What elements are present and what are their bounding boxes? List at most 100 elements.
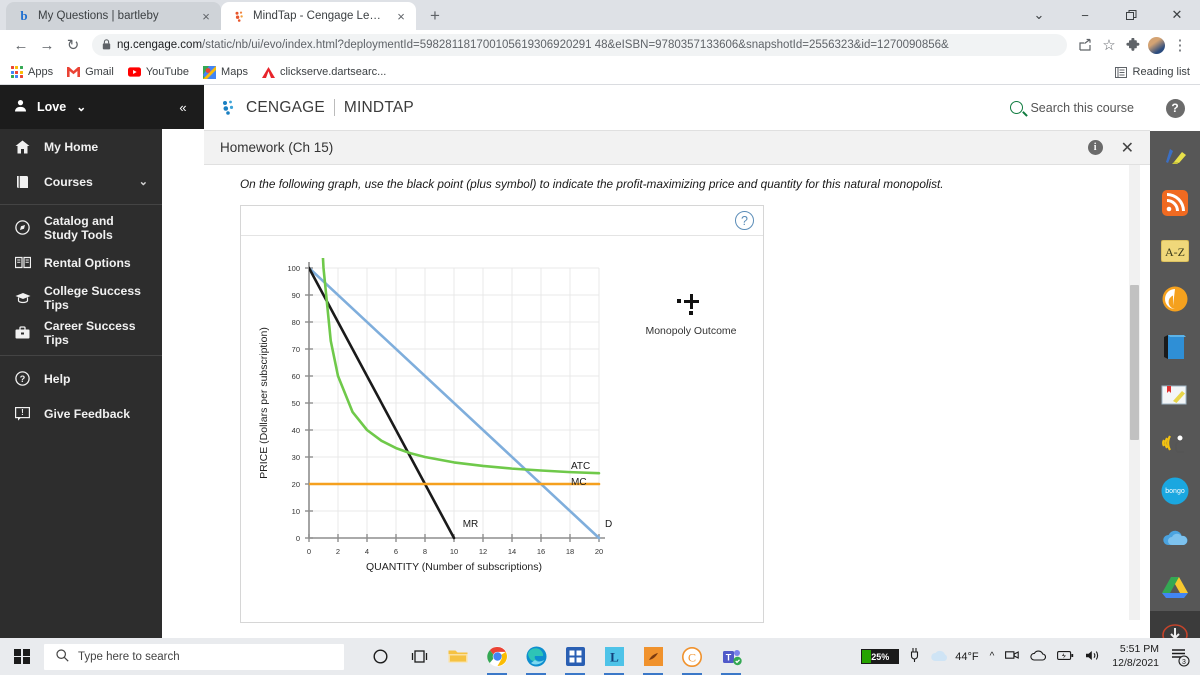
open-book-icon [14,256,31,269]
sidebar-item-career-tips-label: Career Success Tips [44,318,136,347]
activity-actions: i ✕ [1087,138,1134,158]
rail-item-google-drive[interactable] [1150,563,1200,611]
a-z-dictionary-icon: A-Z [1161,240,1189,262]
orange-swirl-icon [1162,286,1188,312]
graph-help-icon[interactable]: ? [735,211,754,230]
legend-monopoly-outcome[interactable]: Monopoly Outcome [631,294,751,337]
taskbar-app-chrome[interactable] [479,638,515,675]
rail-item-notes[interactable] [1150,371,1200,419]
weather-widget[interactable]: 44°F [930,649,979,665]
bookmark-apps-label: Apps [28,66,54,78]
reading-list-button[interactable]: Reading list [1115,66,1190,79]
taskbar-app-task-view[interactable] [401,638,437,675]
bookmark-gmail[interactable]: Gmail [67,66,114,79]
search-course-button[interactable]: Search this course [1010,101,1134,115]
sidebar-collapse-button[interactable]: « [162,85,204,129]
browser-tab-0-close[interactable]: × [199,9,213,24]
cengage-brand-label: CENGAGE [246,98,325,116]
browser-tab-0[interactable]: b My Questions | bartleby × [6,2,221,30]
taskbar-clock[interactable]: 5:51 PM 12/8/2021 [1112,643,1159,669]
home-icon [14,140,31,154]
x-tick-label: 8 [423,547,427,556]
volume-icon[interactable] [1085,649,1101,665]
taskbar-app-edge[interactable] [518,638,554,675]
browser-tab-1-close[interactable]: × [394,9,408,24]
onedrive-tray-icon[interactable] [1030,650,1047,664]
window-close-button[interactable]: ✕ [1154,0,1200,30]
taskbar-search-input[interactable]: Type here to search [44,643,344,670]
sidebar-item-courses[interactable]: Courses ⌄ [0,164,162,199]
rail-item-onedrive[interactable] [1150,515,1200,563]
y-tick-label: 60 [292,372,300,381]
store-icon [565,647,585,666]
sidebar-item-college-tips-label: College Success Tips [44,283,141,312]
back-button[interactable]: ← [8,32,34,58]
window-minimize-button[interactable]: − [1062,0,1108,30]
taskbar-app-cortana[interactable] [362,638,398,675]
window-controls: ⌄ − ✕ [1016,0,1200,30]
search-icon [1010,101,1024,114]
taskbar-app-lockdown-browser[interactable]: L [596,638,632,675]
sidebar-item-give-feedback[interactable]: ! Give Feedback [0,396,162,431]
battery-percent-label: 25% [871,651,890,662]
bookmark-clickserve[interactable]: clickserve.dartsearc... [261,66,387,79]
rail-item-ebook[interactable] [1150,323,1200,371]
rail-help-button[interactable]: ? [1150,85,1200,131]
new-tab-button[interactable]: + [424,6,446,26]
gmail-icon [67,66,81,79]
tab-search-dropdown-icon[interactable]: ⌄ [1016,0,1062,30]
info-icon[interactable]: i [1087,140,1103,155]
bookmark-youtube[interactable]: YouTube [127,66,189,79]
forward-button[interactable]: → [34,32,60,58]
camera-icon[interactable] [1005,649,1020,664]
rail-item-read-aloud[interactable] [1150,419,1200,467]
notification-center-button[interactable]: 3 [1170,647,1190,667]
share-icon[interactable] [1073,33,1097,57]
address-bar[interactable]: ng.cengage.com/static/nb/ui/evo/index.ht… [92,34,1067,56]
rail-item-bongo[interactable]: bongo [1150,467,1200,515]
sidebar-item-catalog-and-study-tools[interactable]: Catalog and Study Tools [0,210,162,245]
taskbar-app-teams[interactable]: T [713,638,749,675]
battery-charging-icon[interactable] [1057,650,1074,664]
content-scrollbar[interactable] [1129,165,1140,620]
bookmark-clickserve-label: clickserve.dartsearc... [279,66,387,78]
clock-time: 5:51 PM [1119,643,1159,656]
bookmark-star-icon[interactable]: ☆ [1097,33,1121,57]
reload-button[interactable]: ↻ [60,32,86,58]
chrome-menu-icon[interactable]: ⋮ [1168,33,1192,57]
search-course-label: Search this course [1030,100,1134,115]
scrollbar-thumb[interactable] [1130,285,1139,440]
cloud-icon [930,649,949,665]
chrome-profile-avatar[interactable] [1148,36,1165,54]
x-tick-label: 18 [566,547,574,556]
browser-tab-1[interactable]: MindTap - Cengage Learning × [221,2,416,30]
rail-item-dictionary[interactable]: A-Z [1150,227,1200,275]
rail-item-highlighter[interactable] [1150,131,1200,179]
black-plus-point-icon [631,294,751,316]
sidebar-item-career-success-tips[interactable]: Career Success Tips [0,315,162,350]
taskbar-app-orange[interactable] [635,638,671,675]
extensions-puzzle-icon[interactable] [1121,33,1145,57]
x-tick-label: 20 [595,547,603,556]
sidebar-divider-2 [0,355,162,356]
close-icon[interactable]: ✕ [1121,138,1134,158]
bookmark-maps[interactable]: Maps [203,65,248,79]
taskbar-app-cengage[interactable]: C [674,638,710,675]
task-view-icon [411,650,427,663]
sidebar-item-rental-options[interactable]: Rental Options [0,245,162,280]
window-maximize-button[interactable] [1108,0,1154,30]
sidebar-item-help[interactable]: ? Help [0,361,162,396]
x-tick-label: 12 [479,547,487,556]
sidebar-item-college-success-tips[interactable]: College Success Tips [0,280,162,315]
taskbar-app-file-explorer[interactable] [440,638,476,675]
sidebar-divider [0,204,162,205]
rail-item-brand-tool[interactable] [1150,275,1200,323]
sidebar-user[interactable]: Love ⌄ [0,85,162,129]
start-button[interactable] [0,638,44,675]
bookmark-apps[interactable]: Apps [10,66,53,79]
taskbar-app-microsoft-store[interactable] [557,638,593,675]
sidebar-item-my-home[interactable]: My Home [0,129,162,164]
tray-expand-icon[interactable]: ^ [990,651,995,662]
battery-indicator[interactable]: 25% [861,649,900,664]
rail-item-rss[interactable] [1150,179,1200,227]
